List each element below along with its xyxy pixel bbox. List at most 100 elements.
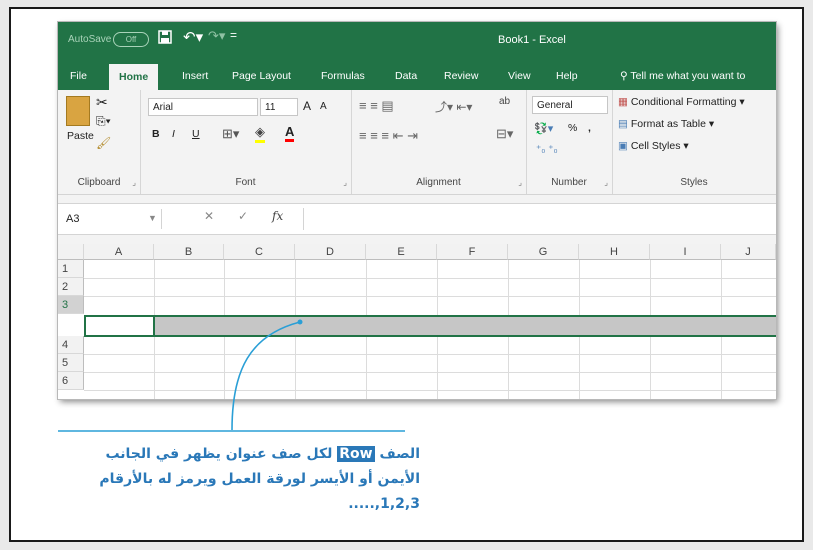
name-box-dropdown-icon[interactable]: ▼ xyxy=(148,213,157,223)
currency-icon[interactable]: 💱▾ xyxy=(534,122,553,135)
font-launcher-icon[interactable]: ⌟ xyxy=(343,178,347,187)
enter-icon[interactable]: ✓ xyxy=(238,209,248,223)
font-group: Arial 11 A A B I U ⊞▾ ◈ A Font ⌟ xyxy=(140,90,352,194)
font-label: Font xyxy=(235,177,256,188)
annotation-line-2: الأيمن أو الأيسر لورقة العمل ويرمز له با… xyxy=(99,471,420,487)
conditional-formatting-icon: ▦ xyxy=(618,96,628,108)
tab-help[interactable]: Help xyxy=(556,70,578,82)
gridline xyxy=(84,372,776,373)
font-name-select[interactable]: Arial xyxy=(148,98,258,116)
tell-me-search[interactable]: ⚲ Tell me what you want to xyxy=(620,70,745,82)
column-header-i[interactable]: I xyxy=(650,244,721,260)
excel-window: AutoSave Off ↶▾ ↷▾ = Book1 - Excel File … xyxy=(58,22,776,399)
row-header-1[interactable]: 1 xyxy=(58,260,84,278)
clipboard-group: Paste ✂ ⎘▾ 🖌 Clipboard ⌟ xyxy=(58,90,141,194)
comma-button[interactable]: , xyxy=(588,122,591,134)
column-header-j[interactable]: J xyxy=(721,244,776,260)
column-header-b[interactable]: B xyxy=(154,244,224,260)
annotation-callout: الصف Row لكل صف عنوان يظهر في الجانب الأ… xyxy=(50,432,780,538)
styles-group: ▦ Conditional Formatting ▾ ▤ Format as T… xyxy=(612,90,776,194)
alignment-launcher-icon[interactable]: ⌟ xyxy=(518,178,522,187)
column-header-e[interactable]: E xyxy=(366,244,437,260)
title-bar: AutoSave Off ↶▾ ↷▾ = Book1 - Excel xyxy=(58,22,776,64)
window-title: Book1 - Excel xyxy=(498,34,566,46)
tab-page-layout[interactable]: Page Layout xyxy=(232,70,291,82)
cancel-icon[interactable]: ✕ xyxy=(204,209,214,223)
underline-button[interactable]: U xyxy=(192,128,200,140)
gridline xyxy=(84,278,776,279)
borders-icon[interactable]: ⊞▾ xyxy=(222,126,239,142)
redo-icon[interactable]: ↷▾ xyxy=(208,28,225,44)
column-header-h[interactable]: H xyxy=(579,244,650,260)
tab-home[interactable]: Home xyxy=(109,64,159,90)
format-as-table-button[interactable]: ▤ Format as Table ▾ xyxy=(618,118,714,130)
percent-button[interactable]: % xyxy=(568,122,577,134)
tab-review[interactable]: Review xyxy=(444,70,478,82)
row-header-4[interactable]: 4 xyxy=(58,336,84,354)
gridline xyxy=(84,354,776,355)
cell-styles-icon: ▣ xyxy=(618,140,628,152)
format-painter-icon[interactable]: 🖌 xyxy=(96,136,111,150)
active-cell-a3[interactable] xyxy=(84,315,155,337)
grow-font-button[interactable]: A xyxy=(303,99,311,113)
formula-input[interactable] xyxy=(303,208,776,230)
font-color-icon[interactable]: A xyxy=(285,124,295,142)
paste-button[interactable]: Paste xyxy=(67,130,94,142)
ribbon-tabs: File Home Insert Page Layout Formulas Da… xyxy=(58,64,776,90)
row-highlight: Row xyxy=(337,446,375,462)
annotation-line-3: 1,2,3,..... xyxy=(348,496,420,512)
column-header-d[interactable]: D xyxy=(295,244,366,260)
insert-function-icon[interactable]: fx xyxy=(272,209,283,223)
number-launcher-icon[interactable]: ⌟ xyxy=(604,178,608,187)
formula-bar: A3 ▼ ✕ ✓ fx xyxy=(58,203,776,235)
copy-icon[interactable]: ⎘▾ xyxy=(96,114,111,129)
autosave-label: AutoSave xyxy=(68,34,112,45)
column-header-g[interactable]: G xyxy=(508,244,579,260)
undo-icon[interactable]: ↶▾ xyxy=(183,28,203,46)
cell-styles-button[interactable]: ▣ Cell Styles ▾ xyxy=(618,140,689,152)
fill-color-icon[interactable]: ◈ xyxy=(255,124,265,143)
align-top-icon[interactable]: ≡ ≡ ▤ xyxy=(359,98,394,114)
tab-view[interactable]: View xyxy=(508,70,531,82)
font-size-select[interactable]: 11 xyxy=(260,98,298,116)
row-header-3[interactable]: 3 xyxy=(58,296,84,314)
decimal-icon[interactable]: ⁺₀ ⁺₀ xyxy=(536,144,558,155)
search-placeholder: Tell me what you want to xyxy=(630,70,746,82)
alignment-label: Alignment xyxy=(416,177,461,188)
row-header-2[interactable]: 2 xyxy=(58,278,84,296)
bold-button[interactable]: B xyxy=(152,128,160,140)
styles-label: Styles xyxy=(680,177,708,188)
row-header-6[interactable]: 6 xyxy=(58,372,84,390)
ribbon: Paste ✂ ⎘▾ 🖌 Clipboard ⌟ Arial 11 A A B … xyxy=(58,90,776,195)
select-all-corner[interactable] xyxy=(58,244,84,260)
merge-center-icon[interactable]: ⊟▾ xyxy=(496,126,513,142)
shrink-font-button[interactable]: A xyxy=(320,101,327,112)
name-box[interactable]: A3 xyxy=(58,209,162,229)
tab-file[interactable]: File xyxy=(70,70,87,82)
orientation-icon[interactable]: ⤴▾ ⇤▾ xyxy=(435,98,472,115)
selected-row-3[interactable] xyxy=(84,315,776,337)
align-left-icon[interactable]: ≡ ≡ ≡ ⇤ ⇥ xyxy=(359,128,418,144)
wrap-text-button[interactable]: ab xyxy=(499,96,510,107)
tab-insert[interactable]: Insert xyxy=(182,70,208,82)
annotation-line-1: الصف Row لكل صف عنوان يظهر في الجانب xyxy=(105,446,420,462)
paste-icon[interactable] xyxy=(66,96,90,126)
column-header-a[interactable]: A xyxy=(84,244,154,260)
autosave-toggle[interactable]: Off xyxy=(113,32,149,47)
save-icon[interactable] xyxy=(158,30,172,44)
tab-formulas[interactable]: Formulas xyxy=(321,70,365,82)
clipboard-launcher-icon[interactable]: ⌟ xyxy=(132,178,136,187)
row-header-5[interactable]: 5 xyxy=(58,354,84,372)
cut-icon[interactable]: ✂ xyxy=(96,94,108,111)
italic-button[interactable]: I xyxy=(172,128,175,140)
number-format-select[interactable]: General xyxy=(532,96,608,114)
customize-quick-access[interactable]: = xyxy=(230,28,237,42)
column-header-f[interactable]: F xyxy=(437,244,508,260)
tab-data[interactable]: Data xyxy=(395,70,417,82)
conditional-formatting-button[interactable]: ▦ Conditional Formatting ▾ xyxy=(618,96,745,108)
alignment-group: ≡ ≡ ▤ ⤴▾ ⇤▾ ab ≡ ≡ ≡ ⇤ ⇥ ⊟▾ Alignment ⌟ xyxy=(351,90,527,194)
column-header-c[interactable]: C xyxy=(224,244,295,260)
gridline xyxy=(84,390,776,391)
number-label: Number xyxy=(551,177,587,188)
annotation-text: الصف Row لكل صف عنوان يظهر في الجانب الأ… xyxy=(60,442,420,517)
